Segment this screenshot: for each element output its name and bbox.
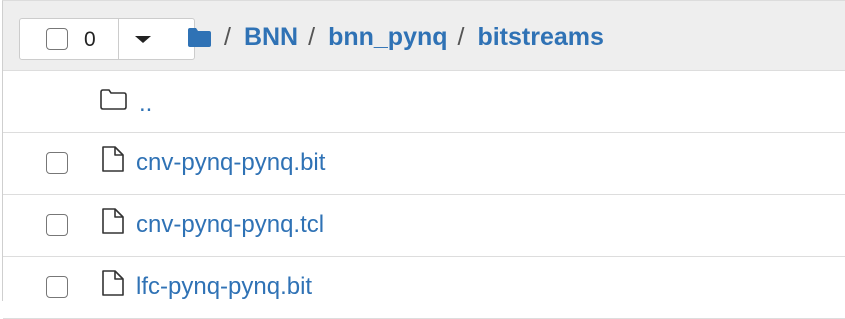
- breadcrumb-separator: /: [224, 22, 231, 51]
- folder-icon: [100, 89, 127, 110]
- file-link[interactable]: cnv-pynq-pynq.bit: [136, 149, 325, 177]
- select-all-control: 0: [19, 18, 195, 60]
- breadcrumb-separator: /: [308, 22, 316, 51]
- chevron-down-icon: [135, 36, 151, 43]
- file-browser-header: 0 / BNN / bnn_pynq / bitstreams: [3, 1, 845, 71]
- breadcrumb-separator: /: [457, 22, 465, 51]
- row-checkbox[interactable]: [46, 152, 68, 174]
- selected-count: 0: [84, 28, 96, 51]
- row-checkbox[interactable]: [46, 276, 68, 298]
- file-icon: [102, 208, 124, 234]
- breadcrumb-item-bnn[interactable]: BNN: [244, 23, 298, 52]
- file-browser-panel: 0 / BNN / bnn_pynq / bitstreams .. cnv-p…: [2, 0, 845, 319]
- file-link[interactable]: lfc-pynq-pynq.bit: [136, 273, 312, 301]
- breadcrumb: / BNN / bnn_pynq / bitstreams: [187, 21, 604, 53]
- list-item[interactable]: ..: [3, 71, 845, 133]
- folder-icon[interactable]: [187, 27, 212, 48]
- list-item[interactable]: cnv-pynq-pynq.bit: [3, 133, 845, 195]
- parent-folder-link[interactable]: ..: [139, 90, 152, 118]
- row-checkbox[interactable]: [46, 214, 68, 236]
- list-item[interactable]: lfc-pynq-pynq.bit: [3, 257, 845, 319]
- file-icon: [102, 146, 124, 172]
- file-icon: [102, 270, 124, 296]
- list-item[interactable]: cnv-pynq-pynq.tcl: [3, 195, 845, 257]
- breadcrumb-item-bitstreams[interactable]: bitstreams: [477, 23, 603, 52]
- select-all-checkbox[interactable]: [46, 28, 68, 50]
- file-link[interactable]: cnv-pynq-pynq.tcl: [136, 211, 324, 239]
- select-all-toggle[interactable]: 0: [20, 19, 119, 59]
- select-menu-button[interactable]: [119, 19, 194, 59]
- breadcrumb-item-bnn-pynq[interactable]: bnn_pynq: [328, 23, 447, 52]
